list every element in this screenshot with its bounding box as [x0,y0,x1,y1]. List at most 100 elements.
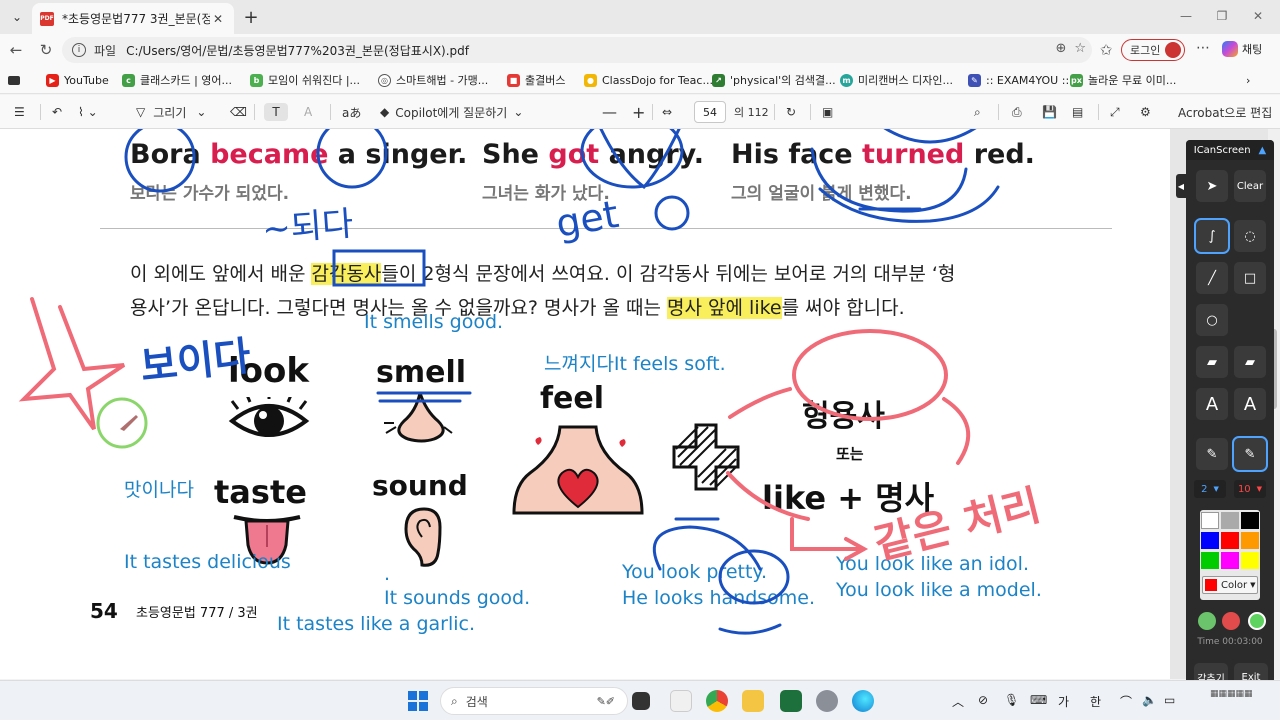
tab-pdf[interactable]: PDF *초등영문법777 3권_본문(정답표시X).pdf ✕ [32,3,234,34]
record-icon[interactable] [1222,612,1240,630]
more-icon[interactable]: ⋯ [1196,40,1210,56]
highlighter-alt-icon[interactable]: ▰ [1234,346,1266,378]
freehand-icon[interactable]: ∫ [1194,218,1230,254]
battery-icon[interactable]: ▭ [1164,693,1175,707]
swatch-magenta[interactable] [1221,552,1239,569]
url-text[interactable]: C:/Users/영어/문법/초등영문법777%203권_본문(정답표시X).p… [126,42,469,59]
collapse-icon[interactable]: ◀ [1176,174,1186,198]
back-icon[interactable]: ← [6,40,26,60]
minimize-icon[interactable]: — [1176,6,1196,26]
color-palette[interactable]: Color ▼ [1200,510,1260,600]
swatch-yellow[interactable] [1241,552,1259,569]
tab-actions-icon[interactable]: ⌄ [6,6,28,28]
bookmark-miricanvas[interactable]: m 미리캔버스 디자인... [840,72,953,88]
close-icon[interactable]: ✕ [210,12,226,26]
taskbar-search[interactable]: ⌕ 검색 ✎✐ [440,687,628,715]
swatch-red[interactable] [1221,532,1239,549]
task-view-icon[interactable] [632,692,650,710]
volume-icon[interactable]: 🔈 [1142,693,1157,707]
app-icon[interactable] [670,690,692,712]
pen-icon[interactable]: ✎ [1232,436,1268,472]
bookmark-images[interactable]: px 놀라운 무료 이미... [1070,72,1176,88]
marker-icon[interactable]: ✎ [1196,438,1228,470]
highlight-icon[interactable]: ⌇ ⌄ [78,103,98,121]
line-width-select[interactable]: 2 ▼ [1194,480,1226,498]
new-tab-button[interactable]: + [240,6,262,28]
restore-icon[interactable]: ❐ [1212,6,1232,26]
fullscreen-icon[interactable]: ⤢ [1110,103,1120,121]
keyboard-icon[interactable]: ⌨ [1030,693,1047,707]
print-icon[interactable]: ⎙ [1012,103,1022,121]
page-number-input[interactable]: 54 [694,101,726,123]
start-icon[interactable] [408,691,428,711]
network-off-icon[interactable]: ⊘ [978,693,988,707]
save-icon[interactable]: 💾 [1042,103,1057,121]
save-as-icon[interactable]: ▤ [1072,103,1083,121]
swatch-orange[interactable] [1241,532,1259,549]
camera-icon[interactable] [1248,612,1266,630]
excel-icon[interactable] [780,690,802,712]
clock-placeholder[interactable]: ▦▦▦▦▦ [1210,689,1253,699]
text-box-icon[interactable]: T [264,103,288,121]
page-view-icon[interactable]: ▣ [822,103,833,121]
size-select[interactable]: 10 ▼ [1234,480,1266,498]
zoom-in-icon[interactable]: + [632,103,645,122]
acrobat-edit-link[interactable]: Acrobat으로 편집 [1178,103,1272,121]
color-select[interactable]: Color ▼ [1202,576,1258,594]
bookmark-youtube[interactable]: ▶ YouTube [46,72,109,88]
swatch-gray[interactable] [1221,512,1239,529]
window-close-icon[interactable]: ✕ [1248,6,1268,26]
bookmark-exam4you[interactable]: ✎:: EXAM4YOU :: [968,72,1069,88]
draw-button[interactable]: ▽ 그리기 ⌄ [136,103,206,121]
zoom-out-icon[interactable]: — [602,103,617,121]
bookmark-classdojo[interactable]: ● ClassDojo for Teac... [584,72,713,88]
undo-icon[interactable]: ↶ [52,103,62,121]
bookmark-classcard[interactable]: c 클래스카드 | 영어... [122,72,232,88]
clear-button[interactable]: Clear [1234,170,1266,202]
tray-chevron-icon[interactable]: ︿ [952,693,964,710]
rotate-icon[interactable]: ↻ [786,103,796,121]
fit-page-icon[interactable]: ⇔ [662,103,672,121]
collections-icon[interactable] [8,72,25,88]
swatch-black[interactable] [1241,512,1259,529]
settings-icon[interactable] [816,690,838,712]
address-bar[interactable]: i 파일 C:/Users/영어/문법/초등영문법777%203권_본문(정답표… [62,37,1092,63]
bookmark-moim[interactable]: b 모임이 쉬워진다 |... [250,72,360,88]
swatch-green[interactable] [1201,552,1219,569]
chevron-right-icon[interactable]: › [1246,72,1250,88]
read-aloud-icon[interactable]: aあ [342,103,361,121]
lasso-icon[interactable]: ◌ [1234,220,1266,252]
folder-icon[interactable] [742,690,764,712]
copilot-ask-button[interactable]: ◆ Copilot에게 질문하기 ⌄ [380,103,523,121]
contents-icon[interactable]: ☰ [14,103,25,121]
favorite-star-icon[interactable]: ☆ [1074,41,1086,56]
line-icon[interactable]: ╱ [1196,262,1228,294]
favorites-icon[interactable]: ✩ [1096,40,1116,60]
circle-icon[interactable]: ○ [1196,304,1228,336]
ime-mode[interactable]: 가 [1058,693,1069,710]
pause-icon[interactable] [1198,612,1216,630]
bookmark-physical[interactable]: ↗ 'physical'의 검색결... [712,72,836,88]
copilot-chat-button[interactable]: 채팅 [1222,41,1262,57]
settings-gear-icon[interactable]: ⚙ [1140,103,1151,121]
bookmark-bus[interactable]: ■ 출결버스 [507,72,565,88]
ime-lang[interactable]: 한 [1090,693,1101,710]
chrome-icon[interactable] [706,690,728,712]
login-button[interactable]: 로그인 [1121,39,1185,61]
mic-icon[interactable]: 🎙 [1004,693,1019,707]
rectangle-icon[interactable]: □ [1234,262,1266,294]
refresh-icon[interactable]: ↻ [36,40,56,60]
swatch-blue[interactable] [1201,532,1219,549]
edge-icon[interactable] [852,690,874,712]
wifi-icon[interactable]: ⌒ [1120,693,1132,710]
pdf-viewer[interactable]: Bora became a singer. 보라는 가수가 되었다. She g… [0,129,1280,679]
highlighter-icon[interactable]: ▰ [1196,346,1228,378]
zoom-icon[interactable]: ⊕ [1055,41,1066,56]
eraser-icon[interactable]: ⌫ [230,103,247,121]
text-icon[interactable]: A [1196,388,1228,420]
text-style-icon[interactable]: A [1234,388,1266,420]
search-icon[interactable]: ⌕ [974,103,981,121]
bookmark-smart[interactable]: ◎ 스마트해법 - 가맹... [378,72,488,88]
info-icon[interactable]: i [72,43,86,57]
pointer-icon[interactable]: ➤ [1196,170,1228,202]
